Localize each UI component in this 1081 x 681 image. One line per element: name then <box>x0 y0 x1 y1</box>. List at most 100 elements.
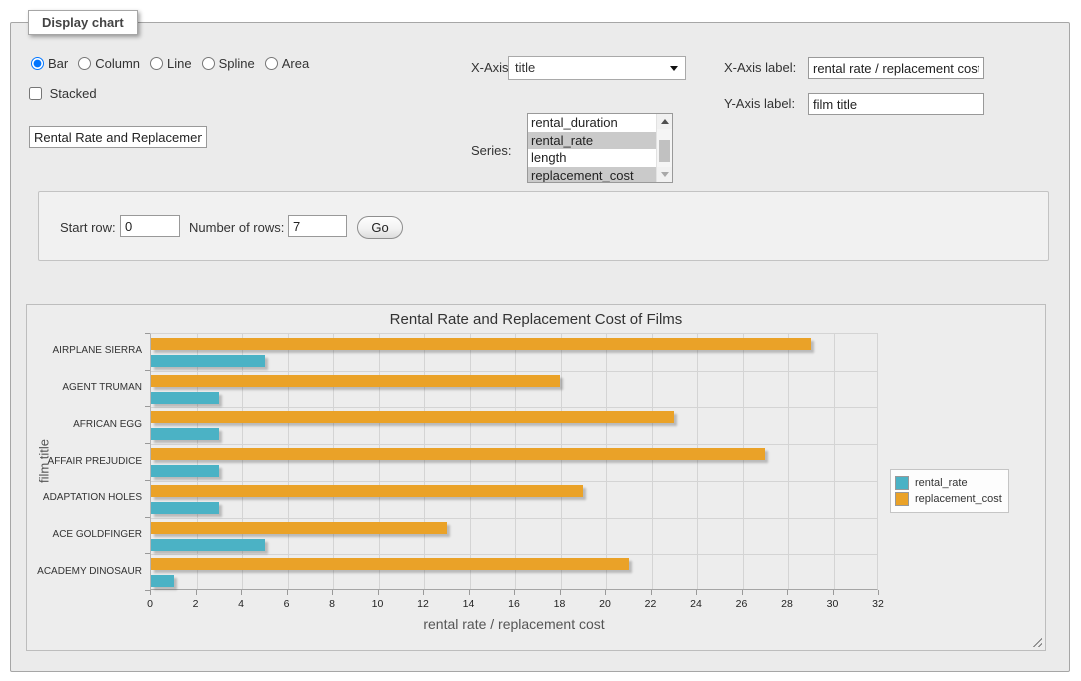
scrollbar-up-button[interactable] <box>657 114 672 129</box>
chart-type-radio-column[interactable] <box>78 57 91 70</box>
display-chart-fieldset: Display chart BarColumnLineSplineArea St… <box>10 22 1070 672</box>
bar-rental_rate <box>151 502 219 514</box>
y-category-label: AFRICAN EGG <box>27 419 142 430</box>
select-dropdown-arrow-icon <box>670 66 678 71</box>
chart-title-input[interactable] <box>29 126 207 148</box>
x-axis-tick-label: 8 <box>317 598 347 610</box>
x-axis-selected-value: title <box>515 60 535 75</box>
series-option-replacement_cost[interactable]: replacement_cost <box>528 167 656 184</box>
bar-rental_rate <box>151 465 219 477</box>
chart-type-radio-line[interactable] <box>150 57 163 70</box>
y-category-label: ACE GOLDFINGER <box>27 529 142 540</box>
x-axis-tick <box>241 590 242 595</box>
x-axis-tick <box>287 590 288 595</box>
scroll-down-arrow-icon <box>661 172 669 177</box>
legend-label: rental_rate <box>915 477 968 489</box>
chart-type-option-column: Column <box>78 56 140 71</box>
stacked-checkbox[interactable] <box>29 87 42 100</box>
stacked-checkbox-label: Stacked <box>29 86 97 101</box>
gridline-vertical <box>834 334 835 589</box>
chart-type-radio-label: Area <box>282 56 309 71</box>
chart-title: Rental Rate and Replacement Cost of Film… <box>27 311 1045 328</box>
y-axis-tick <box>145 590 150 591</box>
gridline-vertical <box>515 334 516 589</box>
chart-legend: rental_rate replacement_cost <box>890 469 1009 513</box>
chart-type-radio-bar[interactable] <box>31 57 44 70</box>
x-axis-tick <box>423 590 424 595</box>
x-axis-tick-label: 18 <box>545 598 575 610</box>
series-option-rental_rate[interactable]: rental_rate <box>528 132 656 150</box>
chart-type-radio-label: Bar <box>48 56 68 71</box>
chart-type-option-spline: Spline <box>202 56 255 71</box>
gridline-horizontal <box>151 407 877 408</box>
go-button[interactable]: Go <box>357 216 403 239</box>
y-axis-label-caption: Y-Axis label: <box>724 96 795 111</box>
x-axis-tick-label: 4 <box>226 598 256 610</box>
gridline-vertical <box>242 334 243 589</box>
y-axis-tick <box>145 333 150 334</box>
start-row-input[interactable] <box>120 215 180 237</box>
gridline-vertical <box>424 334 425 589</box>
bar-replacement_cost <box>151 522 447 534</box>
y-axis-tick <box>145 517 150 518</box>
bar-rental_rate <box>151 355 265 367</box>
x-axis-tick <box>696 590 697 595</box>
gridline-vertical <box>379 334 380 589</box>
x-axis-tick-label: 2 <box>181 598 211 610</box>
legend-entry: rental_rate <box>895 476 1002 490</box>
series-option-length[interactable]: length <box>528 149 656 167</box>
x-axis-label-input[interactable] <box>808 57 984 79</box>
legend-label: replacement_cost <box>915 493 1002 505</box>
legend-entry: replacement_cost <box>895 492 1002 506</box>
gridline-vertical <box>197 334 198 589</box>
chart-type-radio-spline[interactable] <box>202 57 215 70</box>
bar-replacement_cost <box>151 411 674 423</box>
x-axis-tick-label: 26 <box>727 598 757 610</box>
y-category-label: ADAPTATION HOLES <box>27 492 142 503</box>
gridline-vertical <box>470 334 471 589</box>
x-axis-tick <box>378 590 379 595</box>
chart-type-option-area: Area <box>265 56 309 71</box>
series-select-label: Series: <box>471 143 511 158</box>
chart-type-option-bar: Bar <box>31 56 68 71</box>
x-axis-tick <box>787 590 788 595</box>
y-axis-tick <box>145 480 150 481</box>
x-axis-select[interactable]: title <box>508 56 686 80</box>
resize-handle-icon[interactable] <box>1030 635 1042 647</box>
x-axis-tick-label: 0 <box>135 598 165 610</box>
y-axis-label-input[interactable] <box>808 93 984 115</box>
bar-replacement_cost <box>151 375 560 387</box>
gridline-horizontal <box>151 481 877 482</box>
x-axis-tick-label: 6 <box>272 598 302 610</box>
bar-rental_rate <box>151 539 265 551</box>
x-axis-tick-label: 12 <box>408 598 438 610</box>
gridline-vertical <box>743 334 744 589</box>
gridline-vertical <box>333 334 334 589</box>
gridline-vertical <box>697 334 698 589</box>
x-axis-tick <box>150 590 151 595</box>
listbox-scrollbar[interactable] <box>656 114 672 182</box>
x-axis-select-label: X-Axis: <box>471 60 512 75</box>
gridline-horizontal <box>151 444 877 445</box>
series-option-rental_duration[interactable]: rental_duration <box>528 114 656 132</box>
gridline-vertical <box>788 334 789 589</box>
gridline-vertical <box>288 334 289 589</box>
gridline-vertical <box>652 334 653 589</box>
chart-type-radio-area[interactable] <box>265 57 278 70</box>
start-row-label: Start row: <box>60 220 116 235</box>
series-listbox[interactable]: rental_durationrental_ratelengthreplacem… <box>527 113 673 183</box>
x-axis-tick <box>332 590 333 595</box>
fieldset-legend: Display chart <box>28 10 138 35</box>
chart-type-radio-label: Column <box>95 56 140 71</box>
chart-type-radio-label: Line <box>167 56 192 71</box>
y-category-label: AIRPLANE SIERRA <box>27 345 142 356</box>
chart-panel: Rental Rate and Replacement Cost of Film… <box>26 304 1046 651</box>
scrollbar-thumb[interactable] <box>659 140 670 162</box>
scrollbar-down-button[interactable] <box>657 167 672 182</box>
x-axis-tick <box>560 590 561 595</box>
number-of-rows-input[interactable] <box>288 215 347 237</box>
y-category-label: AFFAIR PREJUDICE <box>27 456 142 467</box>
bar-rental_rate <box>151 428 219 440</box>
x-axis-tick-label: 20 <box>590 598 620 610</box>
gridline-vertical <box>561 334 562 589</box>
